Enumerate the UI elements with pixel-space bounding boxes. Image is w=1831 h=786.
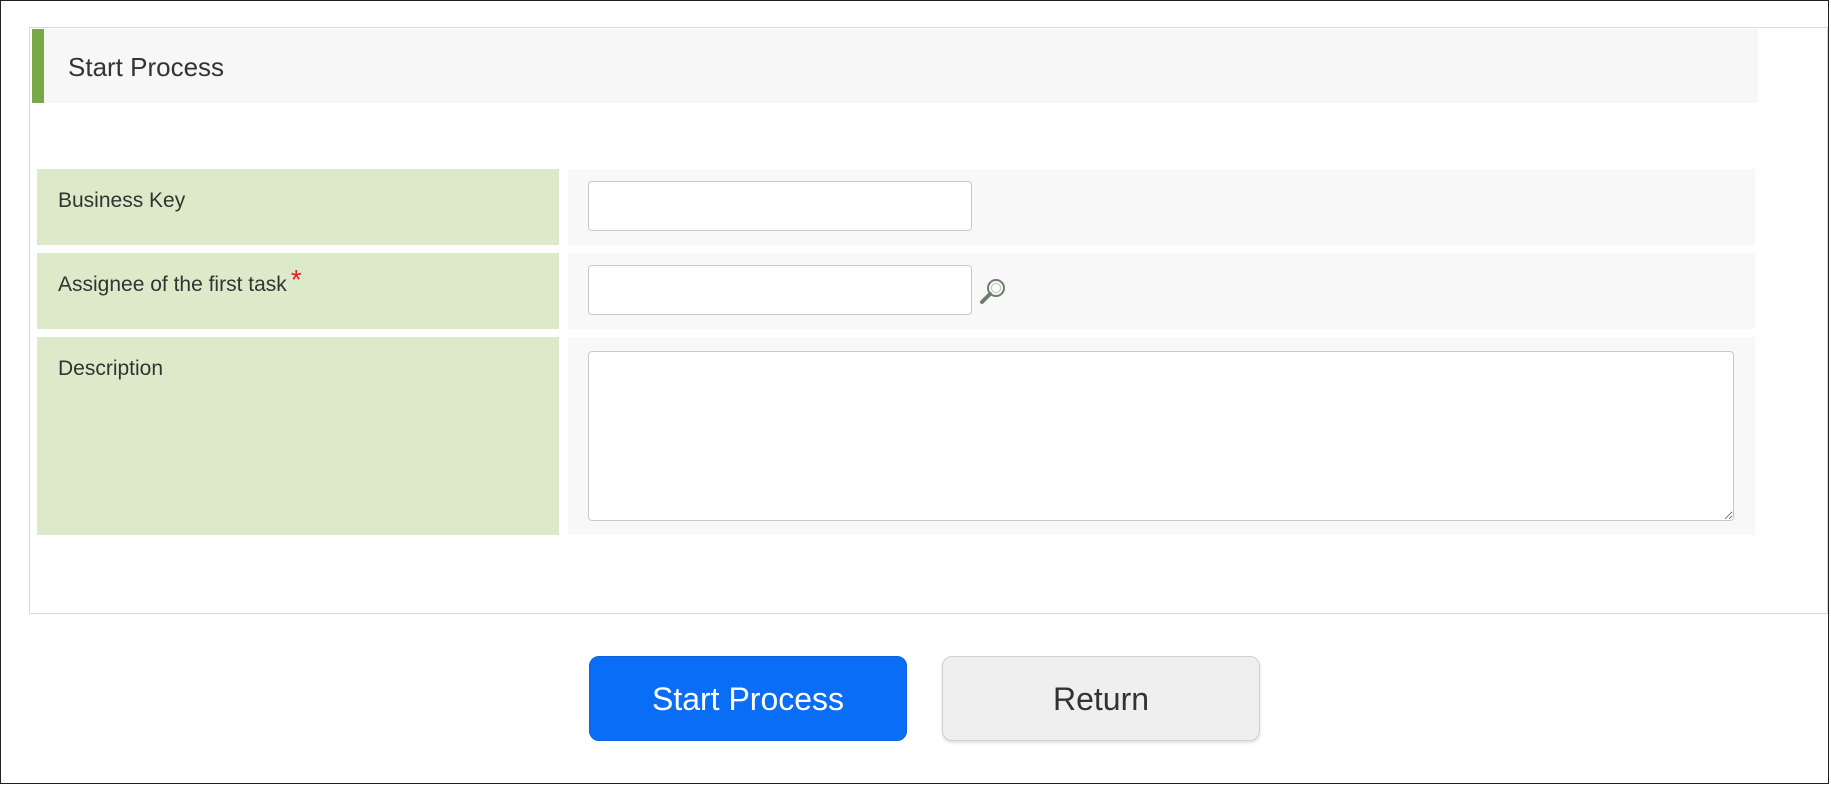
description-label-cell: Description — [37, 337, 559, 535]
business-key-input[interactable] — [588, 181, 972, 231]
search-icon[interactable] — [978, 277, 1008, 307]
description-label: Description — [58, 357, 164, 380]
assignee-input[interactable] — [588, 265, 972, 315]
panel-header: Start Process — [32, 29, 1758, 103]
description-row: Description — [37, 337, 1755, 535]
assignee-input-cell — [568, 253, 1755, 329]
business-key-input-cell — [568, 169, 1755, 245]
start-process-button[interactable]: Start Process — [589, 656, 907, 741]
business-key-row: Business Key — [37, 169, 1755, 245]
required-asterisk: * — [290, 264, 302, 295]
description-input-cell — [568, 337, 1755, 535]
header-accent-bar — [32, 29, 44, 103]
business-key-label-cell: Business Key — [37, 169, 559, 245]
assignee-label-cell: Assignee of the first task * — [37, 253, 559, 329]
page-frame: Start Process Business Key Assignee of t… — [0, 0, 1829, 784]
assignee-label-group: Assignee of the first task * — [58, 266, 302, 298]
assignee-label: Assignee of the first task — [58, 273, 287, 296]
panel-title: Start Process — [68, 52, 225, 82]
assignee-row: Assignee of the first task * — [37, 253, 1755, 329]
description-textarea[interactable] — [588, 351, 1734, 521]
return-button[interactable]: Return — [942, 656, 1260, 741]
business-key-label: Business Key — [58, 189, 186, 212]
